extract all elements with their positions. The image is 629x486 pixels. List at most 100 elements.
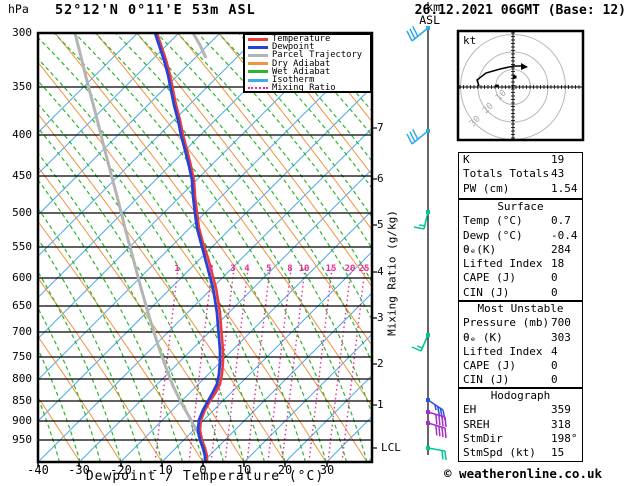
- wind-barb: [411, 333, 430, 352]
- panel-row: θₑ (K) 303: [459, 331, 582, 345]
- panel-row: Lifted Index 4: [459, 345, 582, 359]
- indices-panel-surface: Surface Temp (°C) 0.7 Dewp (°C) -0.4 θₑ(K) 284…: [458, 199, 583, 301]
- panel-row: Temp (°C) 0.7: [459, 214, 582, 228]
- legend-swatch-parcel-trajectory: [248, 53, 268, 57]
- altitude-tick-label: 6: [377, 172, 384, 185]
- panel-header: Surface: [497, 200, 544, 213]
- panel-row-value: 303: [551, 330, 571, 344]
- mixing-ratio-value-label: 8: [287, 264, 293, 274]
- legend-swatch-mixing-ratio: [248, 87, 268, 90]
- pressure-tick-label: 600: [12, 271, 32, 284]
- panel-header: Most Unstable: [477, 302, 564, 315]
- panel-row-label: Totals Totals: [463, 167, 550, 181]
- legend-swatch-dry-adiabat: [248, 62, 268, 66]
- pressure-tick-label: 450: [12, 169, 32, 182]
- panel-header: Hodograph: [490, 389, 551, 402]
- legend-swatch-isotherm: [248, 78, 268, 82]
- hodograph-plot: 102030: [458, 31, 583, 140]
- panel-row-value: 318: [551, 417, 571, 431]
- pressure-tick-label: 750: [12, 350, 32, 363]
- panel-row-label: EH: [463, 403, 477, 417]
- panel-row-value: 359: [551, 403, 571, 417]
- panel-row-label: Pressure (mb): [463, 316, 550, 330]
- panel-row: EH 359: [459, 403, 582, 417]
- mixing-ratio-value-label: 1: [174, 264, 180, 274]
- panel-row: Dewp (°C) -0.4: [459, 229, 582, 243]
- panel-row-value: 284: [551, 242, 571, 256]
- mixing-ratio-value-label: 15: [325, 264, 337, 274]
- panel-row: SREH 318: [459, 418, 582, 432]
- x-axis-label: Dewpoint / Temperature (°C): [85, 469, 325, 484]
- pressure-tick-label: 650: [12, 299, 32, 312]
- panel-row-value: 0: [551, 271, 558, 285]
- panel-row-value: 4: [551, 344, 558, 358]
- altitude-tick-label: 3: [377, 311, 384, 324]
- panel-row-label: StmDir: [463, 431, 503, 445]
- panel-row-value: 0: [551, 285, 558, 299]
- mixing-ratio-value-label: 20: [344, 264, 356, 274]
- indices-panel-most-unstable: Most Unstable Pressure (mb) 700 θₑ (K) 303 Li…: [458, 301, 583, 388]
- panel-row-label: StmSpd (kt): [463, 446, 536, 460]
- mixing-ratio-value-label: 3: [230, 264, 236, 274]
- temperature-tick-label: -40: [27, 463, 49, 477]
- station-title: 52°12'N 0°11'E 53m ASL: [55, 2, 256, 18]
- legend-item: Mixing Ratio: [245, 83, 370, 94]
- mixing-ratio-value-label: 10: [298, 264, 310, 274]
- altitude-tick-label: 2: [377, 357, 384, 370]
- panel-row: θₑ(K) 284: [459, 243, 582, 257]
- legend-label: Mixing Ratio: [272, 83, 336, 94]
- pressure-tick-label: 300: [12, 26, 32, 39]
- panel-row-label: PW (cm): [463, 181, 510, 195]
- pressure-unit-label: hPa: [8, 2, 29, 16]
- panel-row-label: Lifted Index: [463, 344, 543, 358]
- panel-row: CIN (J) 0: [459, 286, 582, 300]
- panel-row-label: SREH: [463, 417, 490, 431]
- panel-row-label: θₑ (K): [463, 330, 503, 344]
- panel-row: Totals Totals 43: [459, 167, 582, 181]
- pressure-tick-label: 350: [12, 80, 32, 93]
- panel-row-label: CIN (J): [463, 285, 510, 299]
- panel-row-value: 0.7: [551, 214, 571, 228]
- copyright: © weatheronline.co.uk: [444, 466, 603, 481]
- panel-row: CAPE (J) 0: [459, 359, 582, 373]
- panel-row-value: 198°: [551, 431, 578, 445]
- pressure-tick-label: 950: [12, 433, 32, 446]
- legend-swatch-dewpoint: [248, 45, 268, 49]
- wind-barb: [406, 128, 430, 145]
- skewt-sounding-chart: 10 20 30 hPa 52°12'N 0°11'E 53m ASL km ASL…: [0, 0, 629, 486]
- panel-row-value: 0: [551, 359, 558, 373]
- panel-row-label: Temp (°C): [463, 214, 523, 228]
- legend-swatch-temperature: [248, 37, 268, 41]
- panel-row: K 19: [459, 153, 582, 167]
- pressure-tick-label: 400: [12, 128, 32, 141]
- panel-row-label: θₑ(K): [463, 242, 497, 256]
- altitude-tick-label: 4: [377, 265, 384, 278]
- panel-row-label: CAPE (J): [463, 359, 516, 373]
- panel-row: StmSpd (kt) 15: [459, 446, 582, 460]
- lcl-label: LCL: [381, 441, 401, 454]
- valid-datetime: 26.12.2021 06GMT (Base: 12): [414, 3, 626, 18]
- mixing-ratio-value-label: 4: [244, 264, 250, 274]
- panel-row-label: K: [463, 153, 470, 166]
- indices-panel-hodograph: Hodograph EH 359 SREH 318 StmDir 198° StmSpd (k…: [458, 388, 583, 462]
- panel-row: CAPE (J) 0: [459, 271, 582, 285]
- legend: Temperature Dewpoint Parcel Trajectory Dry …: [243, 33, 372, 93]
- legend-swatch-wet-adiabat: [248, 70, 268, 74]
- mixing-ratio-value-label: 5: [266, 264, 272, 274]
- panel-row: StmDir 198°: [459, 432, 582, 446]
- panel-row: Lifted Index 18: [459, 257, 582, 271]
- indices-panel: K 19 Totals Totals 43 PW (cm) 1.54: [458, 152, 583, 199]
- panel-row-value: -0.4: [551, 228, 578, 242]
- panel-row: PW (cm) 1.54: [459, 182, 582, 196]
- panel-row: Pressure (mb) 700: [459, 316, 582, 330]
- pressure-tick-label: 800: [12, 372, 32, 385]
- panel-row-value: 1.54: [551, 181, 578, 195]
- panel-row-value: 15: [551, 446, 565, 460]
- panel-row-value: 18: [551, 257, 565, 271]
- pressure-tick-label: 700: [12, 325, 32, 338]
- panel-row-value: 19: [551, 153, 565, 166]
- altitude-tick-label: 5: [377, 218, 384, 231]
- panel-row-label: CAPE (J): [463, 271, 516, 285]
- pressure-tick-label: 850: [12, 394, 32, 407]
- pressure-tick-label: 500: [12, 206, 32, 219]
